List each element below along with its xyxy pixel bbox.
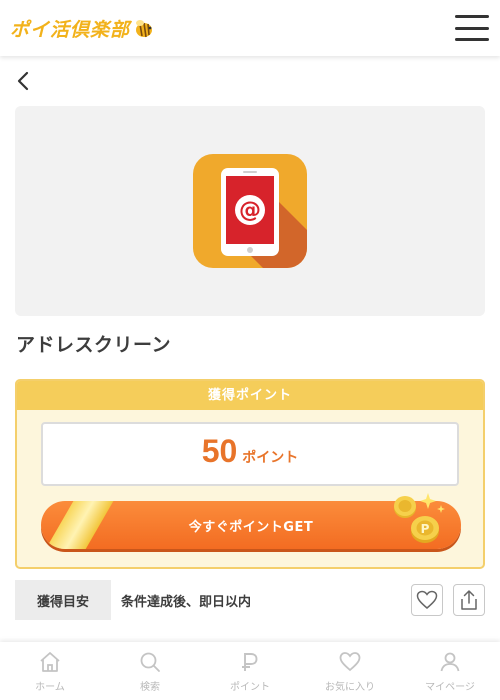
site-logo[interactable]: ポイ活倶楽部 [10, 15, 154, 42]
app-hero-image: @ [15, 106, 485, 316]
app-title: アドレスクリーン [16, 334, 172, 356]
point-value: 50 [201, 433, 238, 469]
point-unit: ポイント [242, 450, 299, 466]
app-icon: @ [193, 154, 307, 268]
coins-icon: P [394, 493, 445, 543]
point-panel-header: 獲得ポイント [17, 381, 483, 410]
earn-estimate-row: 獲得目安 条件達成後、即日以内 [15, 580, 485, 620]
nav-label-points: ポイント [230, 682, 270, 693]
home-icon [40, 652, 60, 672]
point-icon [242, 653, 258, 671]
share-icon [461, 590, 477, 610]
get-points-label: 今すぐポイントGET [188, 519, 314, 535]
button-stripe [41, 501, 117, 549]
nav-label-mypage: マイページ [425, 682, 475, 693]
share-button[interactable] [453, 584, 485, 616]
nav-item-home[interactable]: ホーム [0, 642, 100, 700]
earn-estimate-value: 条件達成後、即日以内 [121, 594, 252, 610]
point-value-box: 50 ポイント [41, 422, 459, 486]
nav-item-favorites[interactable]: お気に入り [300, 642, 400, 700]
user-icon [440, 652, 460, 672]
nav-label-home: ホーム [35, 682, 65, 693]
hamburger-menu-icon[interactable] [455, 15, 489, 41]
nav-item-search[interactable]: 検索 [100, 642, 200, 700]
nav-item-mypage[interactable]: マイページ [400, 642, 500, 700]
app-header: ポイ活倶楽部 [0, 0, 500, 56]
favorite-button[interactable] [411, 584, 443, 616]
menu-line [455, 15, 489, 18]
nav-item-points[interactable]: ポイント [200, 642, 300, 700]
back-arrow-icon[interactable] [14, 70, 34, 92]
menu-line [455, 26, 489, 30]
menu-line [455, 38, 489, 41]
logo-text: ポイ活倶楽部 [10, 18, 131, 41]
heart-icon [416, 590, 438, 609]
heart-icon [339, 652, 361, 672]
svg-text:@: @ [239, 198, 261, 223]
bee-icon [136, 20, 153, 38]
svg-text:P: P [421, 522, 430, 536]
bottom-nav: ホーム 検索 ポイント お気に入り マイページ [0, 642, 500, 700]
nav-label-favorites: お気に入り [325, 682, 375, 693]
search-icon [140, 652, 160, 672]
nav-label-search: 検索 [140, 682, 160, 693]
earn-estimate-label: 獲得目安 [15, 580, 111, 620]
